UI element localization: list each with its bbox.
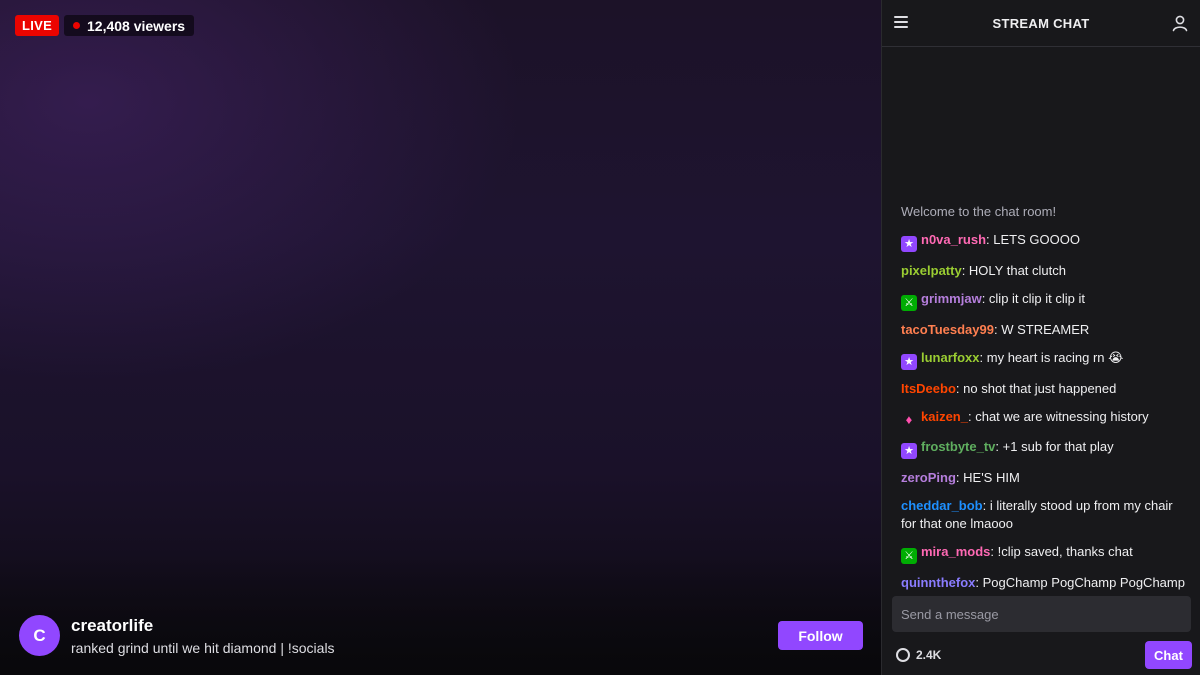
chat-message: pixelpatty: HOLY that clutch	[901, 262, 1191, 280]
channel-points-icon	[896, 648, 910, 662]
chat-separator: :	[979, 350, 987, 365]
channel-points[interactable]: 2.4K	[896, 648, 941, 662]
chat-message-text: HE'S HIM	[963, 470, 1020, 485]
chat-welcome: Welcome to the chat room!	[901, 204, 1057, 219]
chat-message: ★ n0va_rush: LETS GOOOO	[901, 231, 1191, 252]
avatar[interactable]: C	[19, 615, 60, 656]
star-icon[interactable]: ★	[901, 443, 917, 459]
chat-separator: :	[982, 498, 990, 513]
chat-username[interactable]: n0va_rush	[921, 232, 986, 247]
chat-separator: :	[981, 291, 989, 306]
chat-separator: :	[961, 263, 969, 278]
chat-separator: :	[995, 439, 1003, 454]
chat-message: ★ lunarfoxx: my heart is racing rn 😭	[901, 349, 1191, 370]
message-list: ★ n0va_rush: LETS GOOOO pixelpatty: HOLY t…	[901, 231, 1191, 592]
sword-icon[interactable]: ⚔	[901, 295, 917, 311]
follow-button[interactable]: Follow	[778, 621, 863, 650]
menu-icon[interactable]	[894, 16, 908, 30]
chat-message-text: clip it clip it clip it	[988, 291, 1085, 306]
chat-title: STREAM CHAT	[992, 15, 1090, 31]
live-badge: LIVE	[15, 15, 60, 36]
chat-username[interactable]: grimmjaw	[921, 291, 982, 306]
chat-separator: :	[990, 544, 998, 559]
chat-header: STREAM CHAT	[882, 0, 1200, 47]
chat-username[interactable]: ItsDeebo	[901, 381, 956, 396]
chat-username[interactable]: lunarfoxx	[921, 350, 980, 365]
chat-username[interactable]: tacoTuesday99	[901, 322, 994, 337]
chat-username[interactable]: zeroPing	[901, 470, 956, 485]
chat-username[interactable]: quinnthefox	[901, 575, 975, 590]
chat-message: ★ frostbyte_tv: +1 sub for that play	[901, 438, 1191, 459]
chat-username[interactable]: kaizen_	[921, 409, 968, 424]
chat-username[interactable]: mira_mods	[921, 544, 990, 559]
chat-message-text: LETS GOOOO	[993, 232, 1080, 247]
send-chat-button[interactable]: Chat	[1145, 641, 1192, 669]
chat-message: zeroPing: HE'S HIM	[901, 469, 1191, 487]
chat-message: tacoTuesday99: W STREAMER	[901, 321, 1191, 339]
chat-message: ⚔ grimmjaw: clip it clip it clip it	[901, 290, 1191, 311]
chat-message: ♦ kaizen_: chat we are witnessing history	[901, 408, 1191, 428]
streamer-info: C creatorlife ranked grind until we hit …	[19, 615, 335, 656]
chat-separator: :	[975, 575, 983, 590]
chat-message-text: chat we are witnessing history	[975, 409, 1149, 424]
star-icon[interactable]: ★	[901, 354, 917, 370]
chat-message-text: +1 sub for that play	[1002, 439, 1114, 454]
streamer-name[interactable]: creatorlife	[71, 616, 335, 636]
chat-messages: Welcome to the chat room! ★ n0va_rush: LE…	[901, 203, 1191, 602]
viewer-count-label: 12,408 viewers	[87, 17, 186, 34]
stream-title: ranked grind until we hit diamond | !soc…	[71, 639, 335, 656]
star-icon[interactable]: ★	[901, 236, 917, 252]
chat-message: quinnthefox: PogChamp PogChamp PogChamp	[901, 574, 1191, 592]
chat-message-text: !clip saved, thanks chat	[997, 544, 1133, 559]
viewer-count: 12,408 viewers	[64, 15, 195, 36]
streamer-text: creatorlife ranked grind until we hit di…	[71, 616, 335, 656]
chat-username[interactable]: frostbyte_tv	[921, 439, 995, 454]
chat-panel: STREAM CHAT Welcome to the chat room! ★ n…	[881, 0, 1200, 675]
video-player[interactable]: LIVE 12,408 viewers C creatorlife ranked…	[0, 0, 881, 675]
chat-message: ItsDeebo: no shot that just happened	[901, 380, 1191, 398]
chat-username[interactable]: pixelpatty	[901, 263, 962, 278]
chat-message-text: HOLY that clutch	[968, 263, 1066, 278]
chat-message: cheddar_bob: i literally stood up from m…	[901, 497, 1191, 533]
chat-message-text: my heart is racing rn 😭	[986, 350, 1124, 365]
channel-points-count: 2.4K	[916, 648, 942, 662]
chat-message-text: PogChamp PogChamp PogChamp	[982, 575, 1185, 590]
chat-message-text: no shot that just happened	[963, 381, 1117, 396]
chat-username[interactable]: cheddar_bob	[901, 498, 983, 513]
sword-icon[interactable]: ⚔	[901, 548, 917, 564]
live-dot-icon	[73, 22, 80, 29]
chat-message-text: W STREAMER	[1001, 322, 1090, 337]
chat-input[interactable]	[892, 596, 1191, 632]
user-icon[interactable]	[1171, 14, 1189, 32]
gem-icon[interactable]: ♦	[901, 412, 917, 428]
chat-message: ⚔ mira_mods: !clip saved, thanks chat	[901, 543, 1191, 564]
